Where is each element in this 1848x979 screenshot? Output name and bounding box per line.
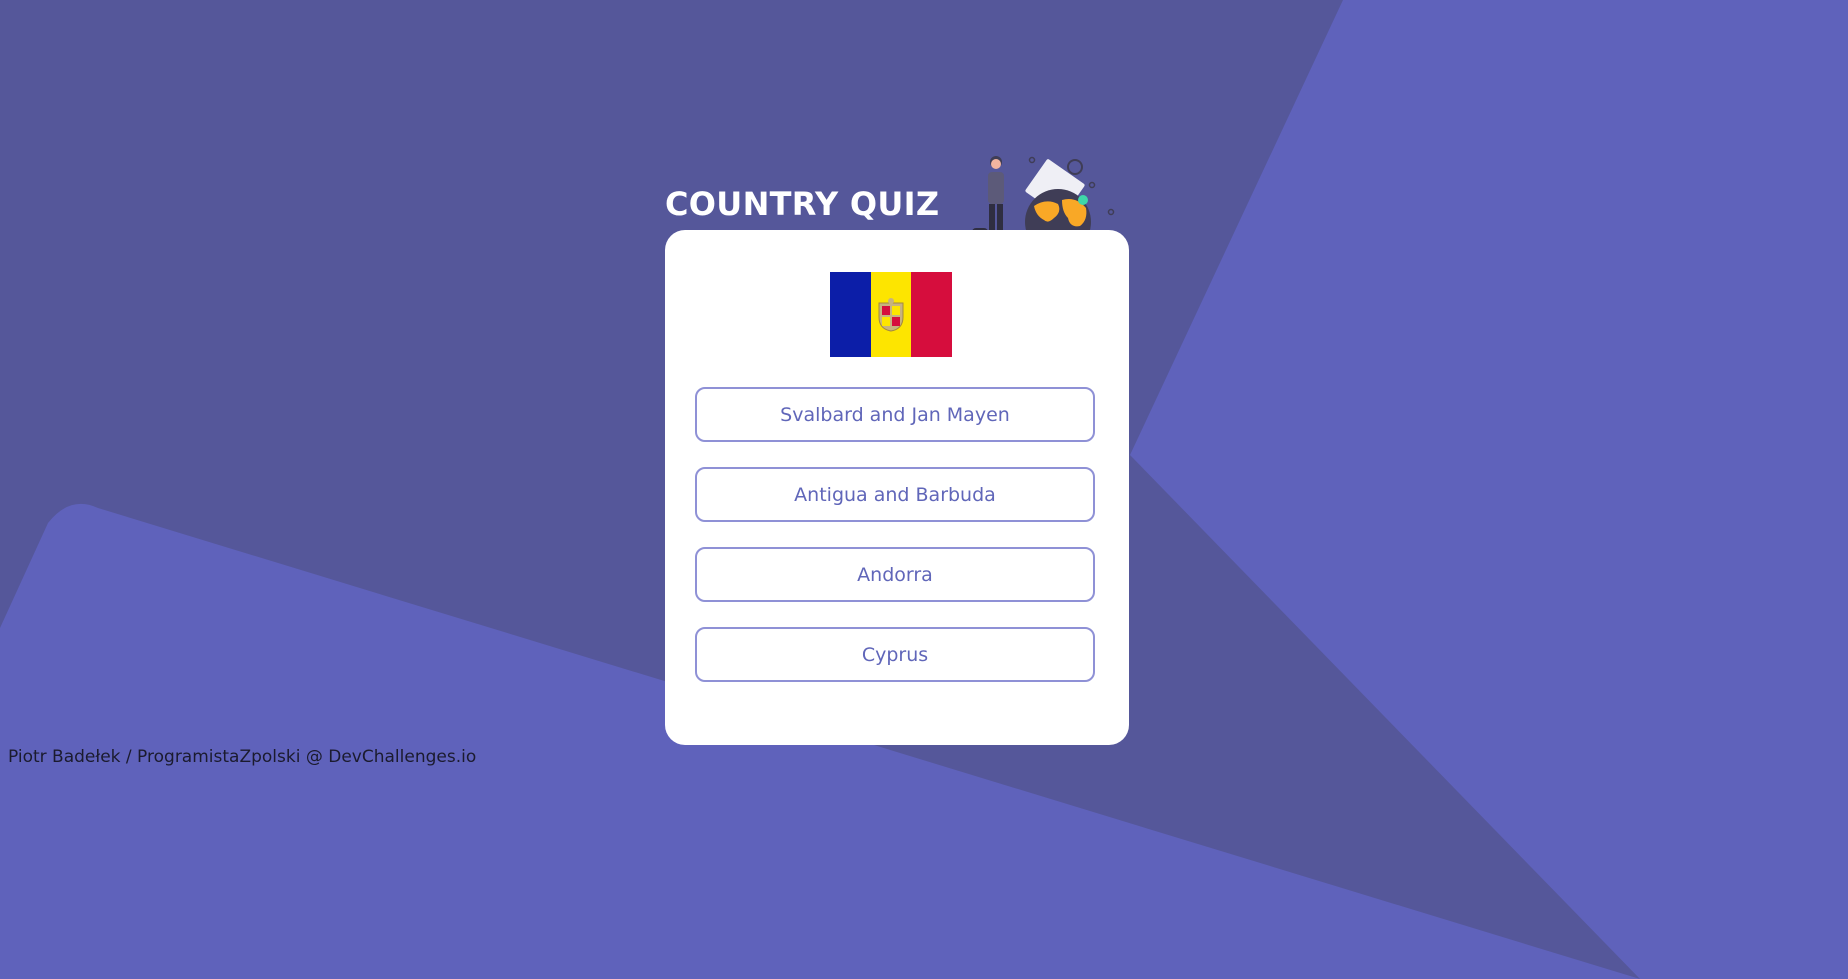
answer-option-3[interactable]: Andorra [695,547,1095,602]
andorra-flag-icon [830,272,953,357]
footer-credit: Piotr Badełek / ProgramistaZpolski @ Dev… [8,747,477,767]
flag-stripe-blue [830,272,871,357]
flag-stripe-red [911,272,953,357]
answer-option-4[interactable]: Cyprus [695,627,1095,682]
quiz-card: Svalbard and Jan Mayen Antigua and Barbu… [665,230,1129,745]
answer-option-1[interactable]: Svalbard and Jan Mayen [695,387,1095,442]
coat-of-arms-icon [878,298,904,332]
answer-option-2[interactable]: Antigua and Barbuda [695,467,1095,522]
page-title: COUNTRY QUIZ [665,185,940,223]
